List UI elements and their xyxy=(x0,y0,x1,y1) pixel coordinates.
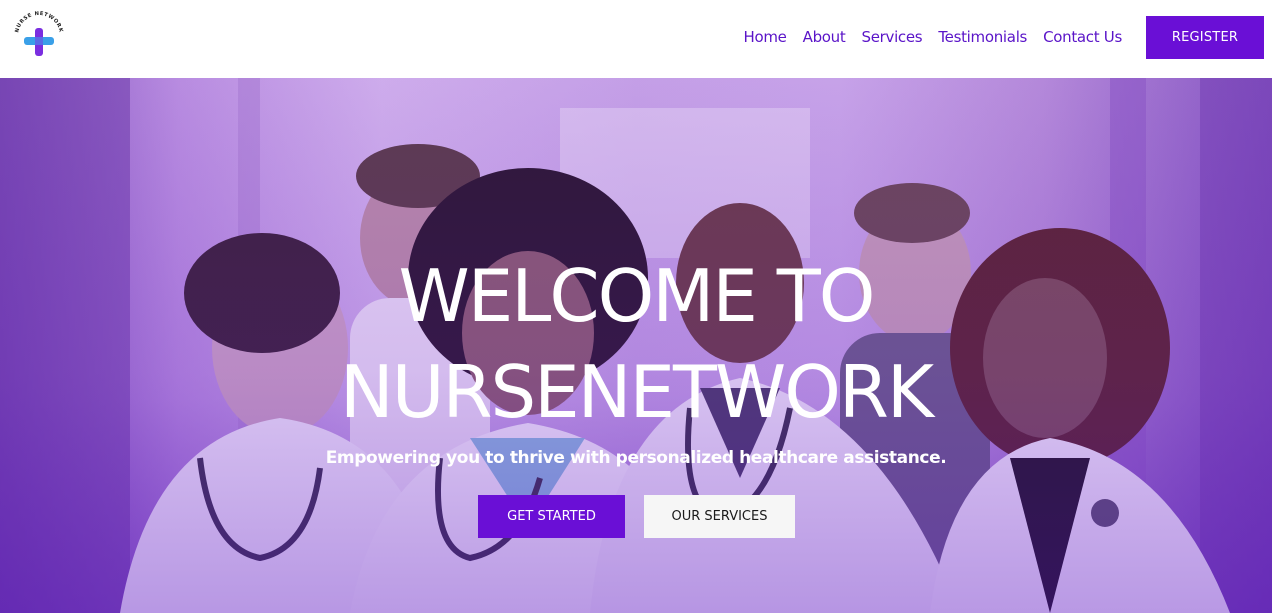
nav-contact-link[interactable]: Contact Us xyxy=(1043,28,1122,46)
nav-testimonials-link[interactable]: Testimonials xyxy=(938,28,1027,46)
hero-subtitle: Empowering you to thrive with personaliz… xyxy=(325,448,947,468)
hero-title: WELCOME TO NURSENETWORK xyxy=(0,248,1272,440)
register-button[interactable]: REGISTER xyxy=(1146,16,1264,59)
logo-cross-icon: NURSE NETWORK xyxy=(14,11,63,56)
nav-services-link[interactable]: Services xyxy=(861,28,922,46)
hero-title-line2: NURSENETWORK xyxy=(339,350,934,434)
get-started-button[interactable]: GET STARTED xyxy=(478,495,625,538)
nav-home-link[interactable]: Home xyxy=(744,28,787,46)
our-services-button[interactable]: OUR SERVICES xyxy=(644,495,795,538)
nurse-network-logo[interactable]: NURSE NETWORK xyxy=(8,10,70,64)
site-header: NURSE NETWORK Home About Services Testim… xyxy=(0,0,1272,78)
hero-section: WELCOME TO NURSENETWORK Empowering you t… xyxy=(0,78,1272,613)
hero-title-line1: WELCOME TO xyxy=(398,254,876,338)
nav-about-link[interactable]: About xyxy=(803,28,846,46)
main-nav: Home About Services Testimonials Contact… xyxy=(744,24,1123,50)
